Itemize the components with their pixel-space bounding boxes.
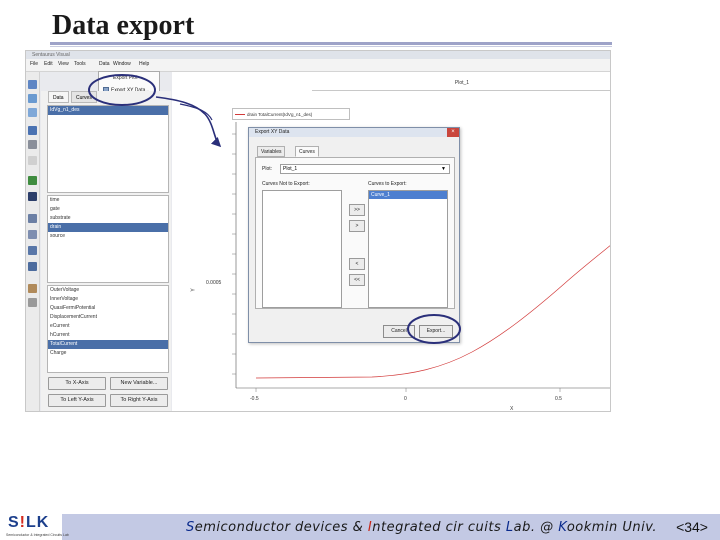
- list-item[interactable]: eCurrent: [48, 322, 168, 331]
- title-rule-thin: [50, 46, 612, 47]
- footer: Semiconductor devices & Integrated cir c…: [0, 514, 720, 540]
- open-icon[interactable]: [28, 80, 37, 89]
- title-rule: [50, 42, 612, 45]
- caption-text: ab. @: [513, 520, 559, 535]
- dialog-title: Export XY Data: [255, 129, 290, 135]
- data-panel: Data Curves IdVg_n1_des time gate substr…: [41, 91, 171, 411]
- dataset-item[interactable]: IdVg_n1_des: [48, 106, 168, 115]
- export-button[interactable]: Export...: [419, 325, 453, 338]
- tab-curves[interactable]: Curves: [71, 91, 97, 103]
- list-item[interactable]: QuasiFermiPotential: [48, 304, 168, 313]
- tab-variables[interactable]: Variables: [257, 146, 286, 157]
- x-tick-label: 0: [404, 396, 407, 402]
- caption-text: emiconductor devices &: [194, 520, 368, 535]
- menu-export-plot[interactable]: Export Plot: [99, 72, 159, 84]
- move-left-button[interactable]: <: [349, 258, 365, 270]
- logo-text: S!LK: [8, 514, 50, 531]
- curves-not-export-label: Curves Not to Export:: [262, 181, 310, 187]
- move-all-right-button[interactable]: >>: [349, 204, 365, 216]
- export-xy-dialog: Export XY Data × Variables Curves Plot: …: [248, 127, 460, 343]
- list-item[interactable]: DisplacementCurrent: [48, 313, 168, 322]
- to-x-axis-button[interactable]: To X-Axis: [48, 377, 106, 390]
- calc-icon[interactable]: [28, 230, 37, 239]
- list-item-selected[interactable]: drain: [48, 223, 168, 232]
- close-icon[interactable]: ×: [447, 128, 459, 137]
- curves-not-export-list[interactable]: [262, 190, 342, 308]
- move-right-button[interactable]: >: [349, 220, 365, 232]
- list-icon[interactable]: [28, 246, 37, 255]
- list-item[interactable]: hCurrent: [48, 331, 168, 340]
- list-item[interactable]: OuterVoltage: [48, 286, 168, 295]
- list-item-selected[interactable]: TotalCurrent: [48, 340, 168, 349]
- list-item[interactable]: source: [48, 232, 168, 241]
- x-ticks: [255, 388, 561, 392]
- y-axis-label: Y: [190, 288, 197, 292]
- caption-text: ntegrated cir cuits: [372, 520, 506, 535]
- page-number: <34>: [676, 519, 708, 535]
- y-tick-label: 0.0005: [206, 280, 222, 286]
- line-icon[interactable]: [28, 192, 37, 201]
- text-icon[interactable]: [28, 262, 37, 271]
- caption-initial: K: [558, 520, 567, 535]
- vertical-toolbar: [26, 72, 40, 411]
- to-right-y-axis-button[interactable]: To Right Y-Axis: [110, 394, 168, 407]
- menu-view[interactable]: View: [58, 61, 69, 67]
- tab-curves-dialog[interactable]: Curves: [295, 146, 319, 157]
- plot-select-label: Plot:: [262, 166, 273, 172]
- undo-icon[interactable]: [28, 176, 37, 185]
- list-item[interactable]: Charge: [48, 349, 168, 358]
- silk-logo: S!LK Semiconductor & Integrated Circuits…: [6, 512, 69, 538]
- variables-list-b[interactable]: OuterVoltage InnerVoltage QuasiFermiPote…: [47, 285, 169, 373]
- cancel-button[interactable]: Cancel: [383, 325, 415, 338]
- variables-list-a[interactable]: time gate substrate drain source: [47, 195, 169, 283]
- menu-edit[interactable]: Edit: [44, 61, 53, 67]
- list-item[interactable]: substrate: [48, 214, 168, 223]
- plot-select[interactable]: Plot_1 ▼: [280, 164, 450, 174]
- curves-to-export-label: Curves to Export:: [368, 181, 407, 187]
- y-ticks: [232, 133, 236, 375]
- x-tick-label: 0.5: [555, 396, 562, 402]
- list-item[interactable]: InnerVoltage: [48, 295, 168, 304]
- refresh-icon[interactable]: [28, 108, 37, 117]
- menu-data[interactable]: Data: [99, 61, 110, 67]
- menu-tools[interactable]: Tools: [74, 61, 86, 67]
- window-title: Sentaurus Visual: [26, 51, 610, 59]
- dialog-body: Plot: Plot_1 ▼ Curves Not to Export: Cur…: [255, 157, 455, 309]
- chevron-down-icon: ▼: [441, 166, 446, 172]
- caption-initial: L: [505, 520, 514, 535]
- tab-data[interactable]: Data: [48, 91, 69, 103]
- list-item[interactable]: gate: [48, 205, 168, 214]
- grid-icon[interactable]: [28, 140, 37, 149]
- menu-help[interactable]: Help: [139, 61, 149, 67]
- x-axis-label: X: [510, 406, 514, 412]
- new-variable-button[interactable]: New Variable...: [110, 377, 168, 390]
- footer-caption: Semiconductor devices & Integrated cir c…: [186, 520, 657, 535]
- x-tick-label: -0.5: [250, 396, 259, 402]
- move-all-left-button[interactable]: <<: [349, 274, 365, 286]
- ruler-icon[interactable]: [28, 156, 37, 165]
- settings-icon[interactable]: [28, 298, 37, 307]
- select-icon[interactable]: [28, 126, 37, 135]
- table-icon[interactable]: [28, 214, 37, 223]
- reload-icon[interactable]: [28, 94, 37, 103]
- footer-band: Semiconductor devices & Integrated cir c…: [62, 514, 720, 540]
- list-item-selected[interactable]: Curve_1: [369, 191, 447, 199]
- caption-initial: S: [186, 520, 195, 535]
- slide-title: Data export: [52, 10, 195, 41]
- dialog-title-bar: Export XY Data ×: [249, 128, 459, 137]
- caption-text: ookmin Univ.: [566, 520, 658, 535]
- app-screenshot: Sentaurus Visual File Edit View Tools Da…: [25, 50, 611, 412]
- menu-file[interactable]: File: [30, 61, 38, 67]
- logo-subtitle: Semiconductor & Integrated Circuits Lab: [6, 533, 69, 537]
- list-item[interactable]: time: [48, 196, 168, 205]
- menu-window[interactable]: Window: [113, 61, 131, 67]
- probe-icon[interactable]: [28, 284, 37, 293]
- dataset-list[interactable]: IdVg_n1_des: [47, 105, 169, 193]
- curves-to-export-list[interactable]: Curve_1: [368, 190, 448, 308]
- plot-select-value: Plot_1: [283, 166, 298, 172]
- to-left-y-axis-button[interactable]: To Left Y-Axis: [48, 394, 106, 407]
